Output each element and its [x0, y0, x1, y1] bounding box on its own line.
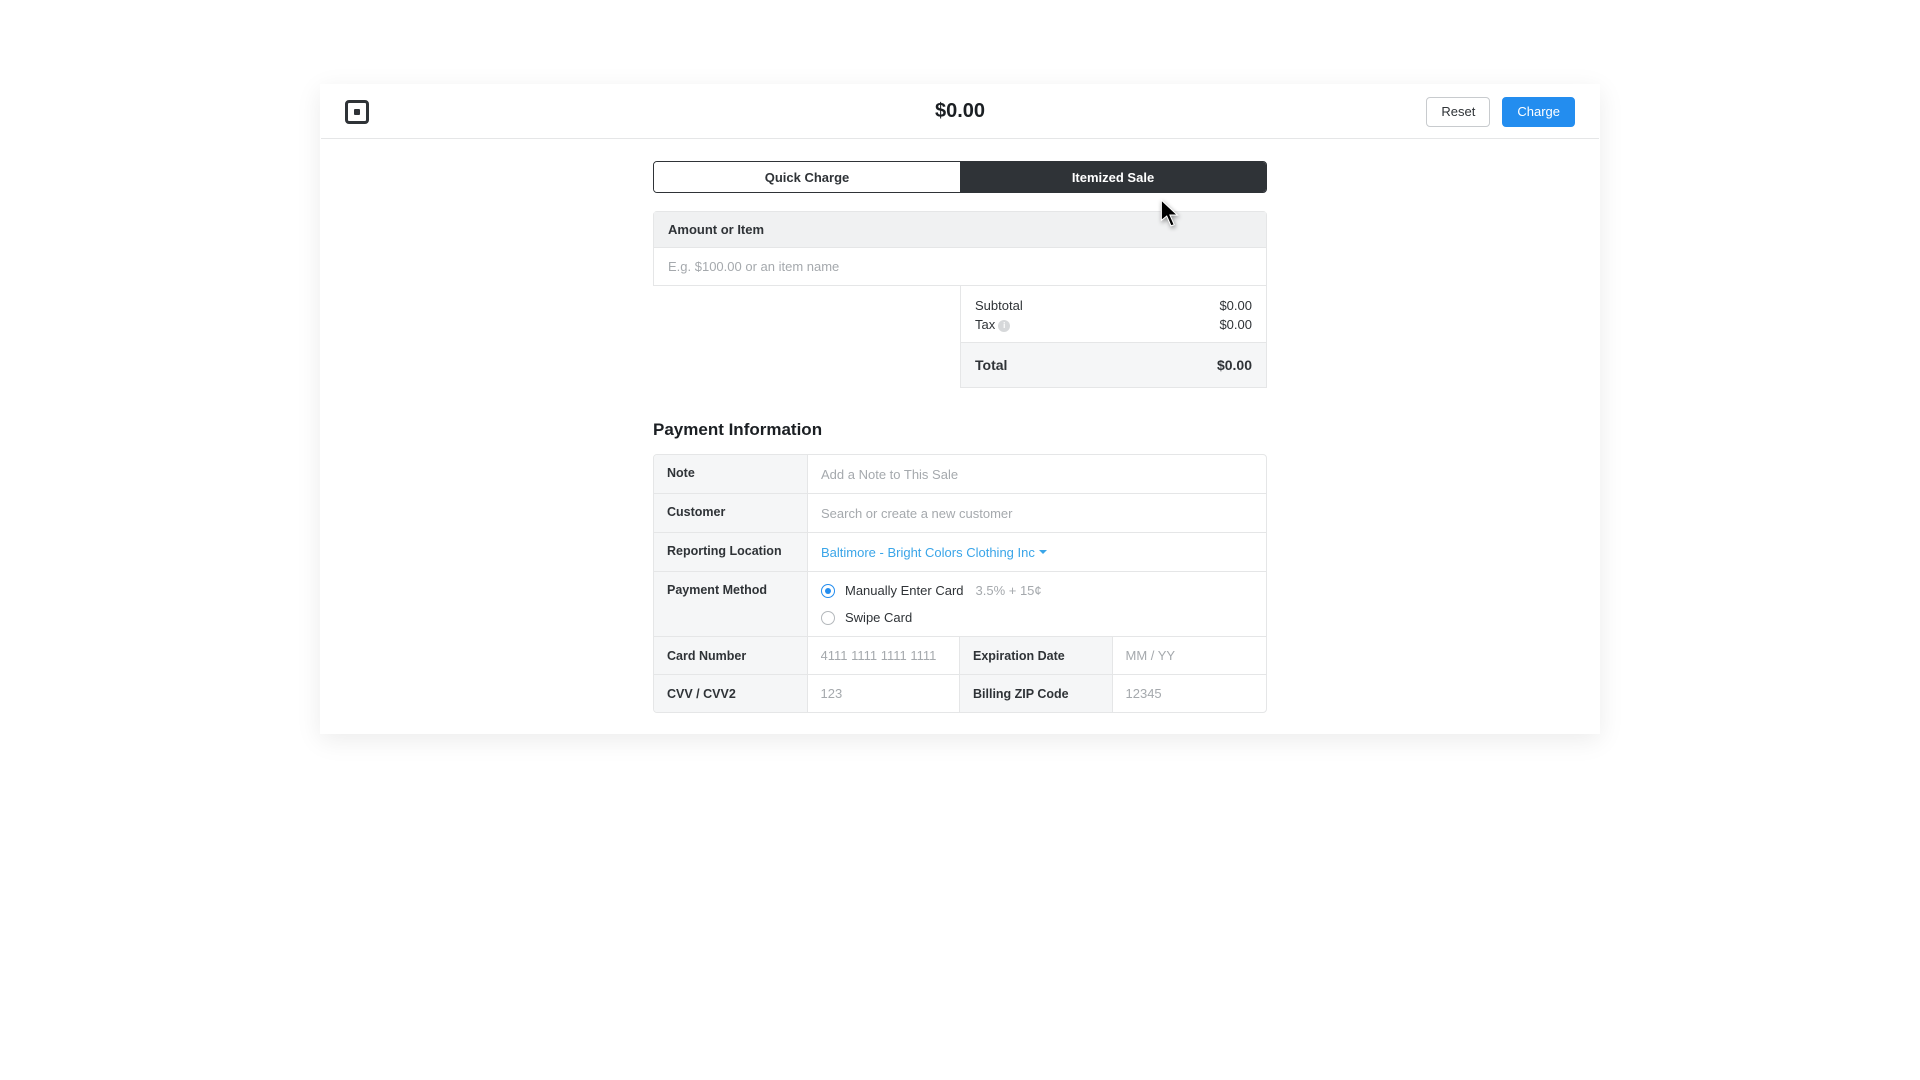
tax-value: $0.00 — [1219, 317, 1252, 332]
logo-wrap — [345, 100, 369, 124]
main-content: Quick Charge Itemized Sale Amount or Ite… — [653, 161, 1267, 713]
payment-form: Note Customer Reporting Location Baltimo… — [653, 454, 1267, 713]
customer-label: Customer — [654, 494, 808, 532]
tax-label: Taxi — [975, 317, 1010, 332]
reset-button[interactable]: Reset — [1426, 97, 1490, 127]
payment-method-label: Payment Method — [654, 572, 808, 636]
card-number-input[interactable] — [821, 637, 947, 674]
cvv-label: CVV / CVV2 — [654, 675, 808, 712]
summary-box: Subtotal $0.00 Taxi $0.00 Total $0.00 — [960, 286, 1267, 388]
info-icon[interactable]: i — [998, 320, 1010, 332]
payment-info-title: Payment Information — [653, 420, 1267, 440]
amount-input[interactable] — [654, 248, 1266, 285]
cvv-input[interactable] — [821, 675, 947, 712]
card-number-label: Card Number — [654, 637, 808, 674]
manual-card-label: Manually Enter Card — [845, 583, 964, 598]
summary-subtotal-section: Subtotal $0.00 Taxi $0.00 — [961, 286, 1266, 343]
location-dropdown[interactable]: Baltimore - Bright Colors Clothing Inc — [821, 545, 1047, 560]
total-value: $0.00 — [1217, 357, 1252, 373]
location-label: Reporting Location — [654, 533, 808, 571]
header-bar: $0.00 Reset Charge — [321, 85, 1599, 139]
location-value: Baltimore - Bright Colors Clothing Inc — [821, 545, 1035, 560]
header-amount: $0.00 — [935, 100, 985, 123]
square-logo-icon — [345, 100, 369, 124]
note-input[interactable] — [821, 456, 1253, 493]
summary-total-row: Total $0.00 — [961, 343, 1266, 387]
radio-icon — [821, 584, 835, 598]
amount-section: Amount or Item — [653, 211, 1267, 286]
expiration-input[interactable] — [1126, 637, 1254, 674]
note-label: Note — [654, 455, 808, 493]
expiration-label: Expiration Date — [960, 637, 1113, 674]
tab-itemized-sale[interactable]: Itemized Sale — [960, 162, 1266, 192]
subtotal-label: Subtotal — [975, 298, 1023, 313]
tab-quick-charge[interactable]: Quick Charge — [654, 162, 960, 192]
zip-label: Billing ZIP Code — [960, 675, 1113, 712]
header-buttons: Reset Charge — [1426, 97, 1575, 127]
charge-button[interactable]: Charge — [1502, 97, 1575, 127]
payment-methods: Manually Enter Card 3.5% + 15¢ Swipe Car… — [808, 572, 1266, 636]
radio-swipe-card[interactable]: Swipe Card — [821, 610, 1253, 625]
swipe-card-label: Swipe Card — [845, 610, 912, 625]
manual-card-fee: 3.5% + 15¢ — [976, 583, 1042, 598]
zip-input[interactable] — [1126, 675, 1254, 712]
subtotal-value: $0.00 — [1219, 298, 1252, 313]
total-label: Total — [975, 357, 1007, 373]
mode-tabs: Quick Charge Itemized Sale — [653, 161, 1267, 193]
radio-manual-card[interactable]: Manually Enter Card 3.5% + 15¢ — [821, 583, 1253, 598]
customer-input[interactable] — [821, 495, 1253, 532]
app-window: $0.00 Reset Charge Quick Charge Itemized… — [320, 84, 1600, 734]
chevron-down-icon — [1039, 550, 1047, 554]
radio-icon — [821, 611, 835, 625]
amount-header-label: Amount or Item — [654, 212, 1266, 248]
